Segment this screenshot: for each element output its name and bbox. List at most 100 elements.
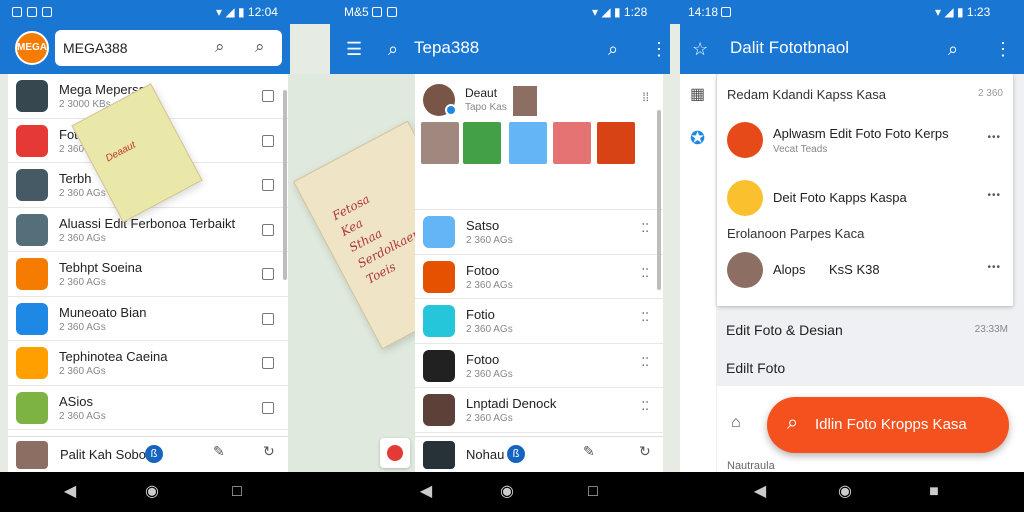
signal-icon: ◢ xyxy=(601,5,611,19)
more-icon[interactable]: ⋮ xyxy=(994,39,1012,59)
header-subtitle: Tapo Kas xyxy=(465,102,507,113)
refresh-icon[interactable]: ↻ xyxy=(639,443,651,460)
checkbox[interactable] xyxy=(262,90,274,102)
grid-icon[interactable]: ▦ xyxy=(690,84,705,104)
back-icon[interactable]: ◀ xyxy=(416,482,436,502)
more-icon[interactable]: ••• xyxy=(987,132,1001,143)
menu-icon[interactable]: ☰ xyxy=(346,39,362,59)
list-item[interactable]: ASios 2 360 AGs xyxy=(8,386,288,430)
star-icon[interactable]: ✪ xyxy=(690,128,705,149)
clock: 1:23 xyxy=(966,5,991,19)
checkbox[interactable] xyxy=(262,179,274,191)
list-item[interactable]: Tebhpt Soeina 2 360 AGs xyxy=(8,252,288,297)
ad-app-icon xyxy=(16,124,48,157)
refresh-icon[interactable]: ↻ xyxy=(263,443,275,460)
mega-app-icon xyxy=(16,258,48,290)
screen1-bottom-bar: Palit Kah Sobos ß ✎ ↻ xyxy=(8,436,288,472)
checkbox[interactable] xyxy=(262,312,274,325)
chat-app-icon xyxy=(16,302,48,335)
drag-handle-icon[interactable]: ⁚⁚ xyxy=(641,221,649,235)
list-item-title: Aluassi Edit Ferbonoa Terbaikt xyxy=(59,215,236,231)
back-icon[interactable]: ◀ xyxy=(750,482,770,502)
list-item-title: Lnptadi Denock xyxy=(466,396,557,411)
edit-icon[interactable]: ✎ xyxy=(583,443,595,460)
drag-handle-icon[interactable]: ⁚⁚ xyxy=(641,355,649,369)
list-item[interactable]: Aluassi Edit Ferbonoa Terbaikt 2 360 AGs xyxy=(8,208,288,252)
checkbox[interactable] xyxy=(262,357,274,369)
home-icon[interactable]: ◉ xyxy=(835,482,855,502)
gallery-thumb[interactable] xyxy=(421,122,459,164)
search-icon[interactable]: ⌕ xyxy=(255,37,265,57)
drag-handle-icon[interactable]: ⁚⁚ xyxy=(641,310,649,324)
battery-icon: ▮ xyxy=(956,5,964,19)
recents-icon[interactable]: ■ xyxy=(924,482,944,502)
more-icon[interactable]: ••• xyxy=(987,262,1001,273)
gallery-thumb[interactable] xyxy=(597,122,635,164)
list-item-title: Fotio xyxy=(466,307,495,322)
list-item[interactable]: Fotio 2 360 AGs ⁚⁚ xyxy=(415,299,663,344)
checkbox[interactable] xyxy=(262,223,274,236)
home-icon[interactable]: ◉ xyxy=(142,482,162,502)
list-item-subtitle: 2 360 AGs xyxy=(59,410,106,422)
list-item[interactable]: Satso 2 360 AGs ⁚⁚ xyxy=(415,210,663,255)
drag-handle-icon[interactable]: ⁚⁚ xyxy=(641,399,649,413)
search-icon[interactable]: ⌕ xyxy=(948,39,958,59)
scrollbar[interactable] xyxy=(657,110,661,290)
status-middle-right: ▾ ◢ ▮ 1:28 xyxy=(592,4,647,20)
list-item[interactable]: Fotoo 2 360 AGs ⁚⁚ xyxy=(415,255,663,299)
recents-icon[interactable]: □ xyxy=(583,482,603,502)
more-icon[interactable]: ⋮ xyxy=(650,39,668,59)
checkbox[interactable] xyxy=(262,401,274,414)
grid-icon[interactable]: ⁞⁞ xyxy=(642,90,649,104)
card-item[interactable]: Alops KsS K38 ••• xyxy=(717,246,1013,294)
status-middle: M&5 xyxy=(344,4,402,20)
battery-icon: ▮ xyxy=(237,5,245,19)
search-icon[interactable]: ⌕ xyxy=(608,39,618,59)
home-icon[interactable]: ◉ xyxy=(497,482,517,502)
star-icon[interactable]: ☆ xyxy=(692,39,708,59)
list-item[interactable]: Edilt Foto xyxy=(726,360,785,376)
badge-icon: ß xyxy=(507,445,525,463)
list-item-subtitle: 2 360 AGs xyxy=(466,413,513,424)
list-item[interactable]: Tephinotea Caeina 2 360 AGs xyxy=(8,341,288,386)
home-icon[interactable]: ⌂ xyxy=(731,414,741,432)
checkbox[interactable] xyxy=(262,268,274,280)
notification-icon xyxy=(721,7,732,17)
edit-icon[interactable]: ✎ xyxy=(213,443,225,460)
avatar xyxy=(727,252,763,288)
list-item-subtitle: 2 360 AGs xyxy=(466,324,513,335)
drag-handle-icon[interactable]: ⁚⁚ xyxy=(641,266,649,280)
gallery-thumb[interactable] xyxy=(553,122,591,164)
system-nav-bar: ◀ ◉ □ ◀ ◉ □ ◀ ◉ ■ xyxy=(0,472,1024,512)
more-icon[interactable]: ••• xyxy=(987,190,1001,201)
card-item[interactable]: Deit Foto Kapps Kaspa ••• xyxy=(717,174,1013,222)
search-box[interactable]: MEGA388 ⌕ ⌕ xyxy=(55,30,282,66)
back-icon[interactable]: ◀ xyxy=(60,482,80,502)
checkbox[interactable] xyxy=(262,134,274,147)
gallery-thumb[interactable] xyxy=(463,122,501,164)
news-app-icon[interactable] xyxy=(423,441,455,469)
scrollbar[interactable] xyxy=(283,90,287,280)
screen1-appbar: MEGA MEGA388 ⌕ ⌕ xyxy=(0,24,290,74)
edit-photo-cta-button[interactable]: ⌕ Idlin Foto Kropps Kasa xyxy=(767,397,1009,453)
list-item-subtitle: 2 360 AGs xyxy=(466,368,513,380)
list-item[interactable]: Edit Foto & Desian xyxy=(726,322,843,338)
red-button-icon[interactable] xyxy=(380,438,410,468)
search-input[interactable]: MEGA388 xyxy=(63,40,128,56)
notification-icon xyxy=(42,7,52,17)
gallery-thumb[interactable] xyxy=(509,122,547,164)
list-item-title: Fotoo xyxy=(466,351,500,367)
photo-app-icon xyxy=(16,169,48,201)
search-icon[interactable]: ⌕ xyxy=(215,37,225,57)
profile-thumb[interactable] xyxy=(513,86,537,116)
clock: 12:04 xyxy=(247,5,278,19)
card-item[interactable]: Aplwasm Edit Foto Foto Kerps Vecat Teads •… xyxy=(717,116,1013,164)
recents-icon[interactable]: □ xyxy=(227,482,247,502)
mega-logo-icon[interactable]: MEGA xyxy=(15,31,49,65)
screen2-bottom-bar: Nohau ß ✎ ↻ xyxy=(415,436,663,472)
search-icon[interactable]: ⌕ xyxy=(388,39,398,59)
camera-app-icon xyxy=(16,80,48,112)
list-item[interactable]: Muneoato Bian 2 360 AGs xyxy=(8,297,288,341)
list-item[interactable]: Fotoo 2 360 AGs ⁚⁚ xyxy=(415,344,663,388)
list-item[interactable]: Lnptadi Denock 2 360 AGs ⁚⁚ xyxy=(415,388,663,433)
